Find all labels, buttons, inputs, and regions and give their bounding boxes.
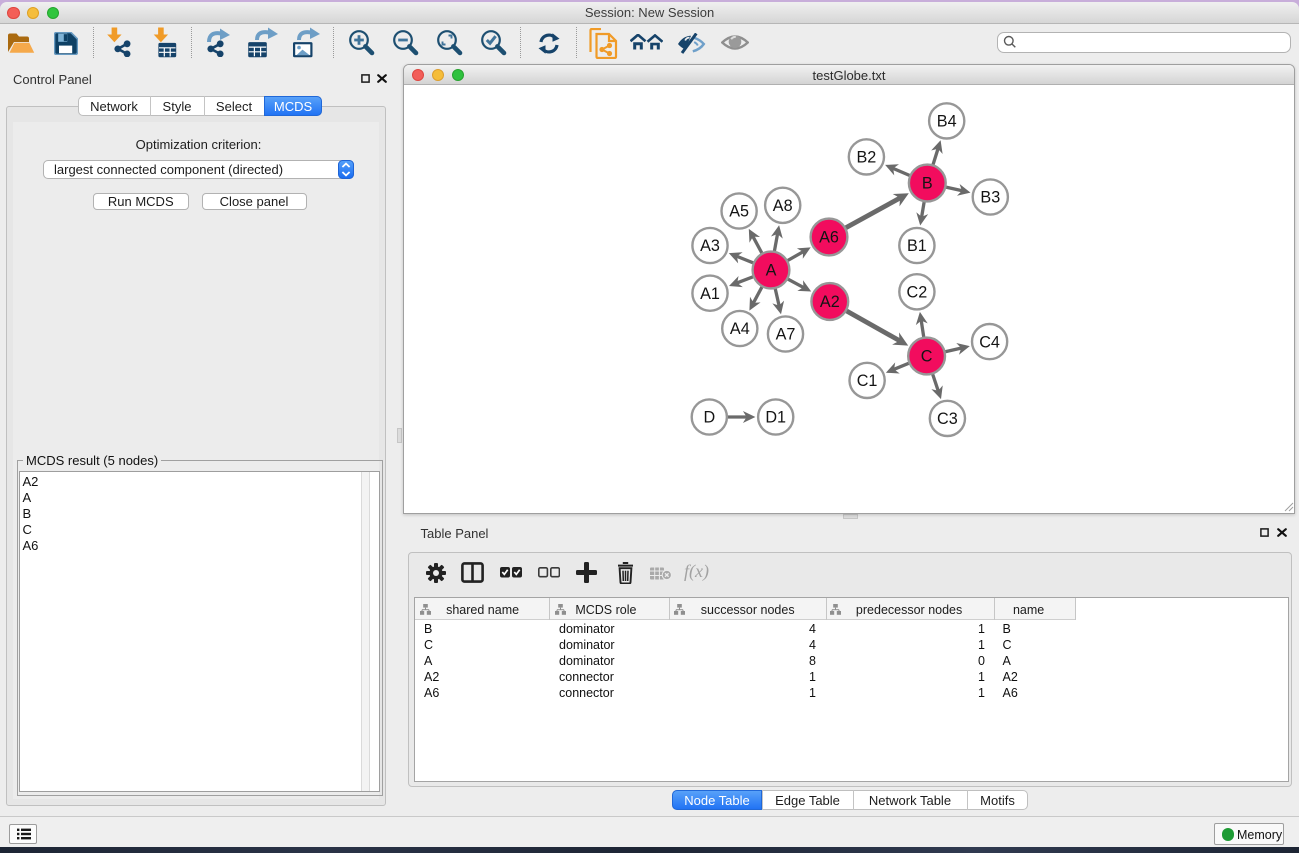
svg-text:C4: C4 — [979, 333, 1000, 351]
svg-text:A3: A3 — [700, 237, 720, 255]
svg-text:B: B — [922, 175, 933, 193]
svg-text:A7: A7 — [776, 326, 796, 344]
svg-text:A5: A5 — [729, 203, 749, 221]
svg-text:B2: B2 — [856, 149, 876, 167]
svg-text:A: A — [766, 262, 777, 280]
svg-text:A2: A2 — [820, 293, 840, 311]
svg-text:C2: C2 — [907, 284, 928, 302]
svg-text:C: C — [921, 348, 933, 366]
svg-text:D: D — [703, 409, 715, 427]
svg-text:A6: A6 — [819, 229, 839, 247]
svg-text:D1: D1 — [765, 409, 786, 427]
svg-text:A4: A4 — [730, 320, 750, 338]
svg-text:A8: A8 — [773, 197, 793, 215]
svg-text:B3: B3 — [980, 189, 1000, 207]
svg-text:A1: A1 — [700, 285, 720, 303]
svg-text:B4: B4 — [937, 113, 957, 131]
svg-text:C3: C3 — [937, 410, 958, 428]
svg-text:C1: C1 — [857, 372, 878, 390]
svg-text:B1: B1 — [907, 237, 927, 255]
